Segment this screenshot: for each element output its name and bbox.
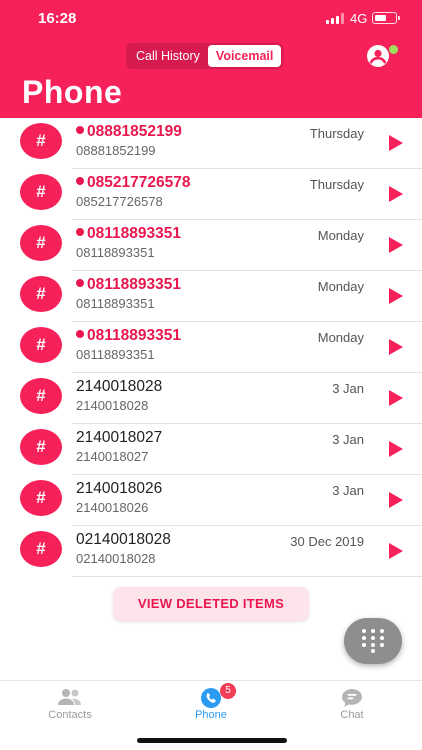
caller-number: 08118893351 bbox=[76, 225, 181, 243]
voicemail-date: Thursday bbox=[309, 126, 364, 141]
page-title: Phone bbox=[22, 74, 123, 110]
caller-number-text: 02140018028 bbox=[76, 531, 171, 548]
unheard-indicator bbox=[76, 330, 84, 338]
play-icon[interactable] bbox=[389, 237, 403, 253]
avatar: # bbox=[20, 531, 62, 567]
tab-call-history[interactable]: Call History bbox=[128, 45, 208, 67]
divider bbox=[72, 576, 422, 577]
caller-number: 08118893351 bbox=[76, 327, 181, 345]
avatar: # bbox=[20, 123, 62, 159]
tab-chat[interactable]: Chat bbox=[282, 681, 422, 733]
voicemail-list: # 08881852199 08881852199 Thursday # 085… bbox=[0, 118, 422, 577]
tab-contacts[interactable]: Contacts bbox=[0, 681, 140, 733]
voicemail-date: Thursday bbox=[309, 177, 364, 192]
caller-number: 08118893351 bbox=[76, 276, 181, 294]
caller-number-text: 2140018026 bbox=[76, 480, 163, 497]
profile-icon[interactable] bbox=[366, 44, 390, 68]
unheard-indicator bbox=[76, 228, 84, 236]
tab-label: Phone bbox=[195, 709, 227, 721]
voicemail-date: Monday bbox=[317, 330, 364, 345]
voicemail-row[interactable]: # 2140018027 2140018027 3 Jan bbox=[0, 424, 422, 475]
caller-subtitle: 2140018028 bbox=[76, 398, 149, 413]
battery-icon bbox=[372, 12, 400, 24]
voicemail-date: 3 Jan bbox=[332, 381, 364, 396]
status-time: 16:28 bbox=[38, 10, 77, 27]
caller-subtitle: 085217726578 bbox=[76, 194, 163, 209]
view-switcher: Call History Voicemail bbox=[126, 43, 284, 69]
caller-subtitle: 08118893351 bbox=[76, 245, 155, 260]
voicemail-row[interactable]: # 02140018028 02140018028 30 Dec 2019 bbox=[0, 526, 422, 577]
voicemail-row[interactable]: # 08118893351 08118893351 Monday bbox=[0, 271, 422, 322]
voicemail-row[interactable]: # 08881852199 08881852199 Thursday bbox=[0, 118, 422, 169]
play-icon[interactable] bbox=[389, 492, 403, 508]
voicemail-date: 3 Jan bbox=[332, 432, 364, 447]
caller-subtitle: 02140018028 bbox=[76, 551, 156, 566]
avatar: # bbox=[20, 225, 62, 261]
header: 16:28 4G Call History Voicemail Phone bbox=[0, 0, 422, 118]
caller-number: 02140018028 bbox=[76, 531, 171, 549]
caller-number-text: 2140018027 bbox=[76, 429, 163, 446]
play-icon[interactable] bbox=[389, 390, 403, 406]
voicemail-row[interactable]: # 2140018026 2140018026 3 Jan bbox=[0, 475, 422, 526]
caller-number-text: 2140018028 bbox=[76, 378, 163, 395]
view-deleted-items-button[interactable]: VIEW DELETED ITEMS bbox=[113, 587, 309, 621]
play-icon[interactable] bbox=[389, 288, 403, 304]
avatar: # bbox=[20, 327, 62, 363]
caller-number-text: 08118893351 bbox=[87, 276, 181, 293]
caller-number-text: 085217726578 bbox=[87, 174, 191, 191]
caller-number: 2140018026 bbox=[76, 480, 162, 498]
caller-subtitle: 2140018027 bbox=[76, 449, 149, 464]
caller-number: 08881852199 bbox=[76, 123, 182, 141]
tab-label: Chat bbox=[340, 709, 364, 721]
voicemail-date: 30 Dec 2019 bbox=[290, 534, 364, 549]
tab-voicemail[interactable]: Voicemail bbox=[207, 45, 282, 67]
voicemail-row[interactable]: # 085217726578 085217726578 Thursday bbox=[0, 169, 422, 220]
caller-number-text: 08118893351 bbox=[87, 225, 181, 242]
network-type: 4G bbox=[350, 11, 368, 26]
caller-number: 2140018028 bbox=[76, 378, 162, 396]
avatar: # bbox=[20, 174, 62, 210]
dialpad-icon bbox=[362, 629, 384, 653]
home-indicator bbox=[137, 738, 287, 743]
caller-subtitle: 08881852199 bbox=[76, 143, 156, 158]
status-bar: 16:28 4G bbox=[0, 0, 422, 38]
signal-icon bbox=[326, 13, 344, 24]
missed-badge: 5 bbox=[220, 683, 236, 699]
caller-number-text: 08881852199 bbox=[87, 123, 182, 140]
play-icon[interactable] bbox=[389, 441, 403, 457]
chat-icon bbox=[342, 689, 362, 707]
contacts-icon bbox=[58, 689, 81, 705]
voicemail-date: 3 Jan bbox=[332, 483, 364, 498]
phone-icon bbox=[201, 688, 221, 708]
voicemail-row[interactable]: # 08118893351 08118893351 Monday bbox=[0, 322, 422, 373]
caller-number-text: 08118893351 bbox=[87, 327, 181, 344]
online-status-indicator bbox=[388, 44, 399, 55]
play-icon[interactable] bbox=[389, 186, 403, 202]
unheard-indicator bbox=[76, 177, 84, 185]
dialpad-button[interactable] bbox=[344, 618, 402, 664]
play-icon[interactable] bbox=[389, 543, 403, 559]
play-icon[interactable] bbox=[389, 135, 403, 151]
avatar: # bbox=[20, 429, 62, 465]
avatar: # bbox=[20, 480, 62, 516]
voicemail-date: Monday bbox=[317, 228, 364, 243]
tab-phone[interactable]: Phone bbox=[141, 681, 281, 733]
avatar: # bbox=[20, 276, 62, 312]
caller-number: 2140018027 bbox=[76, 429, 162, 447]
voicemail-row[interactable]: # 2140018028 2140018028 3 Jan bbox=[0, 373, 422, 424]
caller-subtitle: 08118893351 bbox=[76, 347, 155, 362]
unheard-indicator bbox=[76, 126, 84, 134]
avatar: # bbox=[20, 378, 62, 414]
unheard-indicator bbox=[76, 279, 84, 287]
play-icon[interactable] bbox=[389, 339, 403, 355]
caller-subtitle: 08118893351 bbox=[76, 296, 155, 311]
tab-label: Contacts bbox=[48, 709, 92, 721]
voicemail-row[interactable]: # 08118893351 08118893351 Monday bbox=[0, 220, 422, 271]
voicemail-date: Monday bbox=[317, 279, 364, 294]
caller-number: 085217726578 bbox=[76, 174, 190, 192]
caller-subtitle: 2140018026 bbox=[76, 500, 149, 515]
